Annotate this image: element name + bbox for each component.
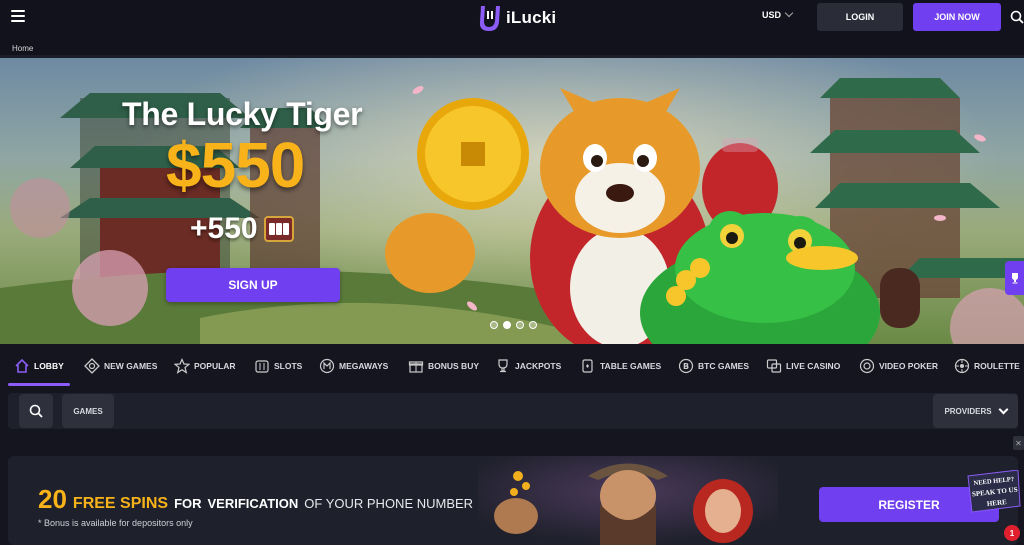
game-filter-bar: GAMES PROVIDERS [8, 393, 1018, 429]
m-circle-icon [319, 358, 335, 374]
category-new-games[interactable]: NEW GAMES [84, 358, 157, 374]
carousel-dot[interactable] [529, 321, 537, 329]
category-label: BTC GAMES [698, 361, 749, 371]
category-label: LIVE CASINO [786, 361, 841, 371]
carousel-dot[interactable] [490, 321, 498, 329]
promo-number: 20 [38, 484, 67, 514]
promo-banner: 20 FREE SPINS FOR VERIFICATION OF YOUR P… [8, 456, 1018, 545]
category-label: JACKPOTS [515, 361, 562, 371]
category-label: SLOTS [274, 361, 303, 371]
help-chat-badge[interactable]: NEED HELP? SPEAK TO US HERE [964, 470, 1022, 520]
chevron-down-icon [998, 404, 1009, 414]
home-icon [15, 358, 29, 373]
games-filter-chip[interactable]: GAMES [62, 394, 114, 428]
logo-mark-icon [479, 6, 500, 31]
game-search-button[interactable] [19, 394, 53, 428]
category-label: LOBBY [34, 361, 64, 371]
promo-headline: 20 FREE SPINS FOR VERIFICATION OF YOUR P… [38, 484, 473, 515]
promo-rest: OF YOUR PHONE NUMBER [304, 496, 474, 511]
category-label: ROULETTE [974, 361, 1020, 371]
category-video-poker[interactable]: VIDEO POKER [859, 358, 938, 374]
close-icon[interactable]: ✕ [1013, 436, 1024, 450]
chip-icon [859, 358, 875, 374]
diamond-icon [84, 358, 100, 374]
sign-up-button[interactable]: SIGN UP [166, 268, 340, 302]
svg-text:B: B [683, 362, 689, 371]
star-icon [174, 358, 190, 374]
roulette-icon [954, 358, 970, 374]
providers-label: PROVIDERS [944, 406, 992, 416]
promo-verification: VERIFICATION [207, 496, 299, 511]
promo-note: * Bonus is available for depositors only [38, 518, 193, 528]
hamburger-menu-icon[interactable] [11, 10, 25, 22]
currency-label: USD [762, 10, 782, 20]
category-label: MEGAWAYS [339, 361, 389, 371]
promo-free-spins: FREE SPINS [72, 495, 169, 512]
carousel-dots [490, 321, 537, 329]
category-roulette[interactable]: ROULETTE [954, 358, 1020, 374]
carousel-dot[interactable] [516, 321, 524, 329]
top-header: iLucki USD LOGIN JOIN NOW [0, 0, 1024, 40]
notification-badge[interactable]: 1 [1004, 525, 1020, 541]
category-megaways[interactable]: MEGAWAYS [319, 358, 388, 374]
category-live-casino[interactable]: LIVE CASINO [766, 358, 840, 374]
category-btc-games[interactable]: B BTC GAMES [678, 358, 749, 374]
trophy-icon [498, 359, 508, 373]
category-nav: LOBBY NEW GAMES POPULAR SLOTS MEGAWAYS B… [0, 344, 1024, 390]
search-icon [29, 404, 43, 418]
slot-machine-icon [255, 360, 269, 373]
gift-icon [408, 361, 424, 373]
live-icon [766, 359, 782, 373]
logo-text: iLucki [506, 8, 557, 27]
chevron-down-icon [784, 8, 794, 18]
category-popular[interactable]: POPULAR [174, 358, 236, 374]
hero-subtitle: +550 [190, 212, 294, 246]
category-label: POPULAR [194, 361, 236, 371]
join-now-button[interactable]: JOIN NOW [913, 3, 1001, 31]
bitcoin-icon: B [678, 358, 694, 374]
category-slots[interactable]: SLOTS [254, 358, 302, 374]
category-table-games[interactable]: TABLE GAMES [580, 358, 661, 374]
trophy-side-tab[interactable] [1005, 261, 1024, 295]
hero-banner[interactable]: The Lucky Tiger $550 +550 SIGN UP [0, 58, 1024, 344]
slot-machine-icon [263, 216, 294, 242]
breadcrumb-home[interactable]: Home [12, 44, 33, 53]
promo-for: FOR [174, 496, 202, 511]
category-lobby[interactable]: LOBBY [14, 358, 64, 374]
category-label: NEW GAMES [104, 361, 158, 371]
active-tab-indicator [8, 383, 70, 386]
category-jackpots[interactable]: JACKPOTS [495, 358, 561, 374]
currency-selector[interactable]: USD [762, 8, 794, 20]
promo-illustration [478, 456, 778, 545]
hero-sub-text: +550 [190, 212, 258, 245]
site-logo[interactable]: iLucki [476, 3, 556, 33]
trophy-icon [1011, 273, 1018, 284]
cards-icon [582, 359, 593, 373]
category-label: VIDEO POKER [879, 361, 939, 371]
category-label: BONUS BUY [428, 361, 480, 371]
search-icon[interactable] [1010, 10, 1024, 24]
providers-dropdown[interactable]: PROVIDERS [933, 394, 1018, 428]
hero-amount: $550 [166, 129, 305, 201]
login-button[interactable]: LOGIN [817, 3, 903, 31]
category-bonus-buy[interactable]: BONUS BUY [408, 358, 479, 374]
carousel-dot[interactable] [503, 321, 511, 329]
category-label: TABLE GAMES [600, 361, 662, 371]
